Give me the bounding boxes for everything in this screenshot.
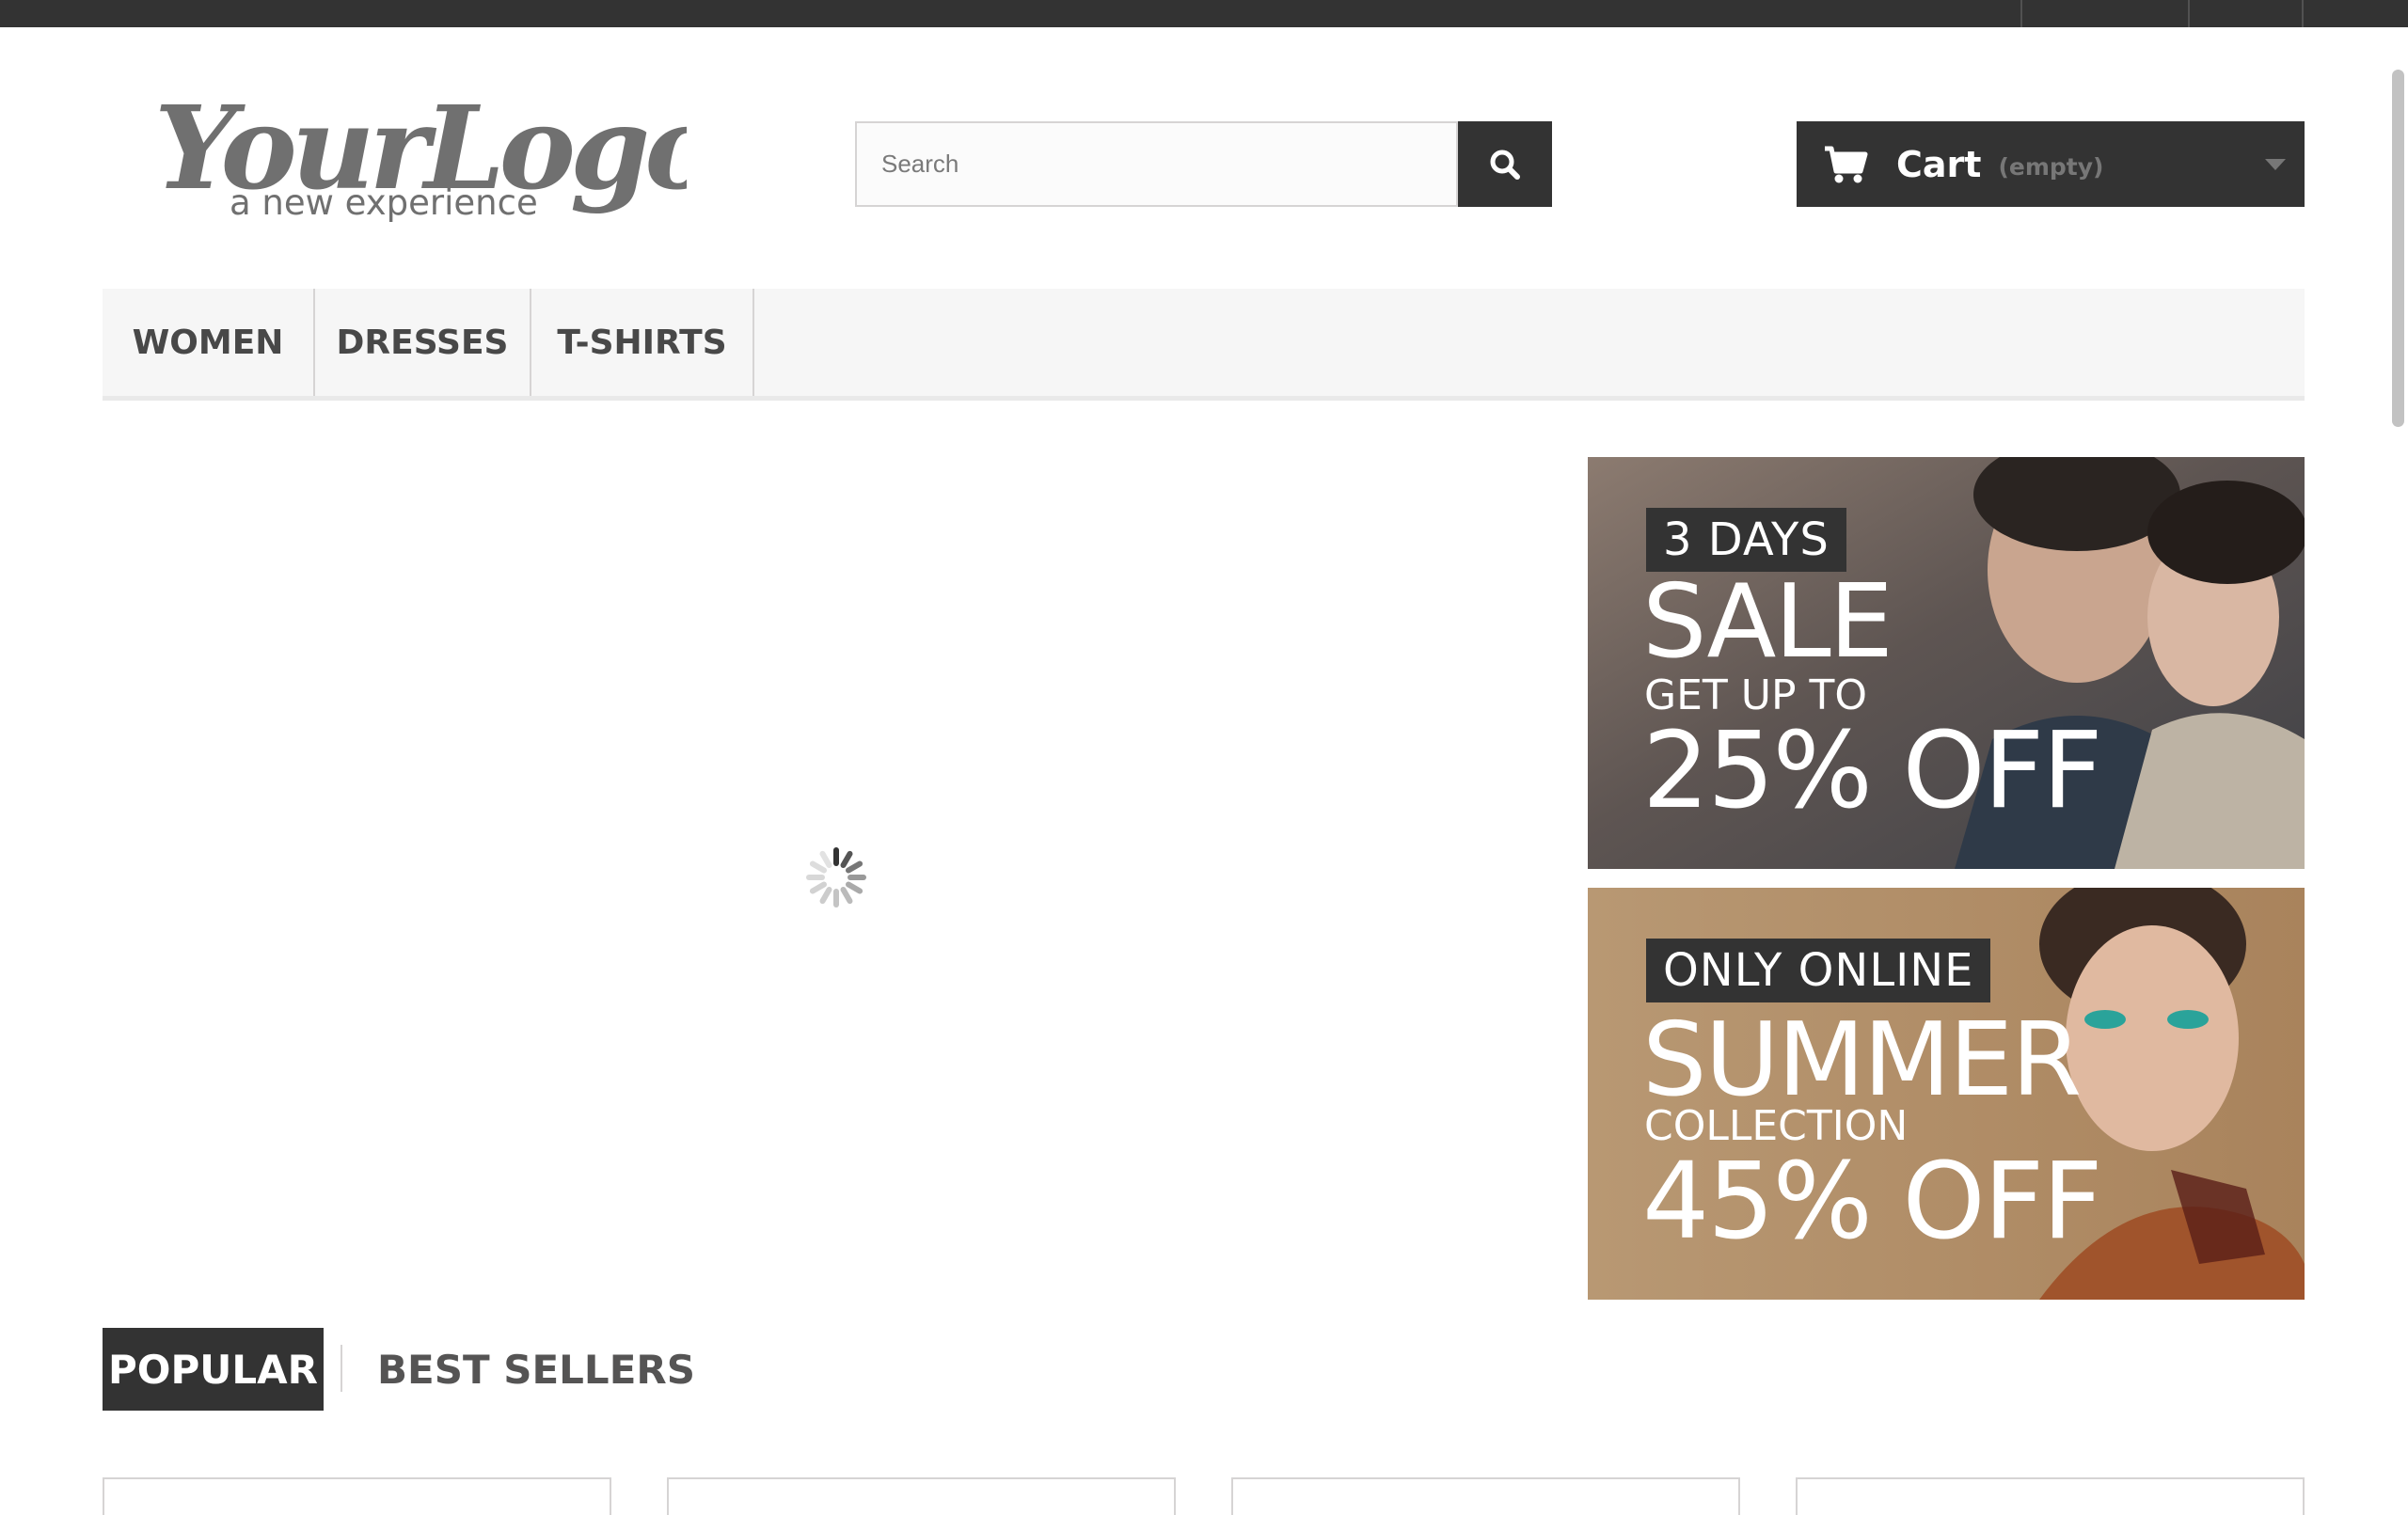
menu-item-women[interactable]: WOMEN [103, 289, 315, 396]
banner-headline: SUMMER [1642, 1002, 2082, 1119]
scrollbar-thumb[interactable] [2392, 70, 2404, 427]
sale-banner[interactable]: 3 DAYS SALE GET UP TO 25% OFF [1588, 457, 2305, 869]
page-scrollbar[interactable] [2387, 27, 2408, 1505]
top-bar-divider [2302, 0, 2304, 27]
menu-item-label: T-SHIRTS [557, 323, 727, 362]
tab-popular[interactable]: POPULAR [103, 1328, 324, 1411]
cart-label: Cart [1896, 143, 1982, 185]
loading-spinner-icon [806, 847, 866, 907]
product-card[interactable] [1231, 1477, 1740, 1515]
search-button[interactable] [1458, 121, 1552, 207]
search-icon [1490, 150, 1520, 180]
banner-tag: ONLY ONLINE [1646, 939, 1991, 1002]
banner-headline: SALE [1642, 563, 1893, 681]
tab-best-sellers[interactable]: BEST SELLERS [377, 1328, 695, 1411]
cart-status: (empty) [1998, 153, 2104, 181]
top-bar [0, 0, 2408, 27]
product-card[interactable] [103, 1477, 611, 1515]
main-menu: WOMEN DRESSES T-SHIRTS [103, 289, 2305, 401]
product-card[interactable] [1796, 1477, 2305, 1515]
top-bar-divider [2188, 0, 2190, 27]
tab-label: POPULAR [108, 1346, 318, 1393]
top-bar-divider [2020, 0, 2022, 27]
cart-button[interactable]: Cart (empty) [1797, 121, 2305, 207]
banner-offer: 45% OFF [1642, 1141, 2103, 1263]
search-input[interactable] [855, 121, 1458, 207]
chevron-down-icon[interactable] [2265, 159, 2286, 170]
menu-item-dresses[interactable]: DRESSES [315, 289, 531, 396]
summer-collection-banner[interactable]: ONLY ONLINE SUMMER COLLECTION 45% OFF [1588, 888, 2305, 1300]
banner-offer: 25% OFF [1642, 710, 2103, 832]
tab-divider [341, 1345, 342, 1392]
banner-tag: 3 DAYS [1646, 508, 1846, 572]
logo-tagline: a new experience [230, 182, 538, 223]
menu-item-t-shirts[interactable]: T-SHIRTS [531, 289, 754, 396]
menu-item-label: DRESSES [336, 323, 509, 362]
menu-item-label: WOMEN [132, 323, 284, 362]
tab-label: BEST SELLERS [377, 1346, 695, 1393]
product-card[interactable] [667, 1477, 1176, 1515]
cart-icon [1825, 146, 1868, 182]
site-logo[interactable]: YourLogo a new experience [150, 66, 723, 235]
